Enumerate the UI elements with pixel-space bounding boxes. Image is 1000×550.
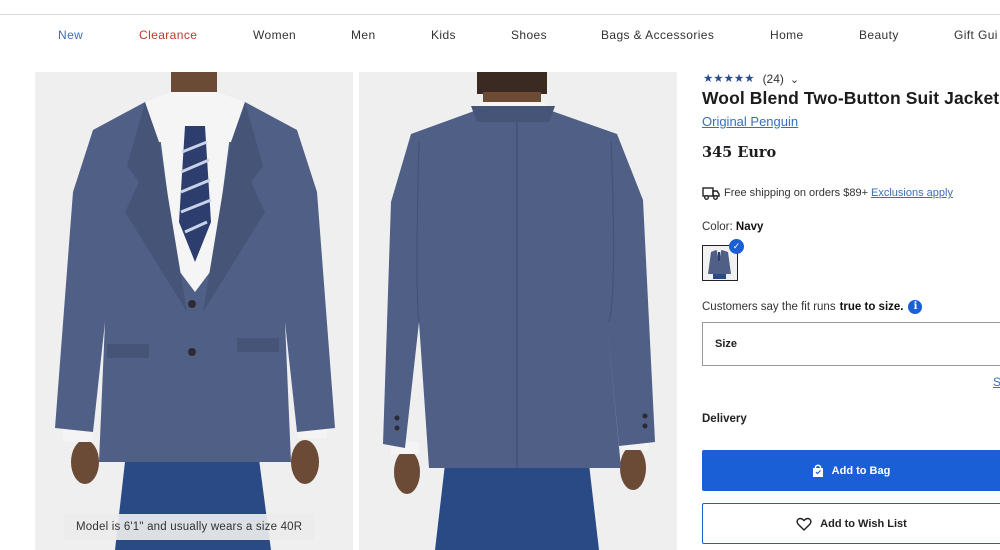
main-navigation: New Clearance Women Men Kids Shoes Bags … (0, 15, 1000, 57)
fit-note: Customers say the fit runs true to size.… (702, 300, 923, 314)
nav-item-bags-accessories[interactable]: Bags & Accessories (601, 28, 714, 42)
shipping-info: Free shipping on orders $89+ Exclusions … (702, 184, 953, 202)
info-icon[interactable]: i (908, 300, 923, 314)
review-count[interactable]: (24) (763, 72, 784, 86)
model-front-illustration (35, 72, 353, 550)
heart-icon (796, 517, 812, 531)
nav-item-men[interactable]: Men (351, 28, 376, 42)
nav-item-new[interactable]: New (58, 28, 83, 42)
model-size-caption: Model is 6'1" and usually wears a size 4… (64, 514, 315, 540)
delivery-heading: Delivery (702, 413, 747, 425)
product-image-back[interactable] (359, 72, 677, 550)
color-label: Color: Navy (702, 221, 763, 233)
exclusions-link[interactable]: Exclusions apply (871, 187, 953, 199)
color-label-text: Color: (702, 221, 733, 233)
size-select[interactable]: Size (702, 322, 1000, 366)
nav-item-beauty[interactable]: Beauty (859, 28, 899, 42)
product-title: Wool Blend Two-Button Suit Jacket (702, 88, 1000, 108)
shopping-bag-icon (812, 464, 823, 477)
nav-item-women[interactable]: Women (253, 28, 296, 42)
add-to-bag-button[interactable]: Add to Bag (702, 450, 1000, 491)
delivery-truck-icon (702, 187, 720, 200)
fit-text: Customers say the fit runs (702, 301, 836, 313)
nav-item-gift-guide[interactable]: Gift Gui (954, 28, 998, 42)
product-price: 345 Euro (702, 144, 777, 161)
nav-item-shoes[interactable]: Shoes (511, 28, 547, 42)
rating-stars: ★★★★★ (703, 73, 755, 85)
chevron-down-icon[interactable]: ⌄ (790, 73, 799, 86)
nav-item-home[interactable]: Home (770, 28, 804, 42)
star-icon: ★★★★★ (703, 73, 755, 85)
nav-item-kids[interactable]: Kids (431, 28, 456, 42)
brand-link[interactable]: Original Penguin (702, 114, 798, 129)
selected-check-icon: ✓ (729, 239, 744, 254)
size-guide-link[interactable]: S (993, 375, 1000, 389)
fit-value: true to size. (839, 301, 904, 313)
color-swatch-navy[interactable]: ✓ (702, 239, 744, 281)
model-back-illustration (359, 72, 677, 550)
nav-item-clearance[interactable]: Clearance (139, 28, 197, 42)
product-rating[interactable]: ★★★★★ (24) ⌄ (703, 71, 799, 87)
selected-color: Navy (735, 221, 764, 233)
add-to-wishlist-label: Add to Wish List (820, 517, 907, 530)
shipping-text: Free shipping on orders $89+ (724, 187, 869, 199)
add-to-bag-label: Add to Bag (831, 464, 891, 477)
product-image-front[interactable] (35, 72, 353, 550)
add-to-wishlist-button[interactable]: Add to Wish List (702, 503, 1000, 544)
